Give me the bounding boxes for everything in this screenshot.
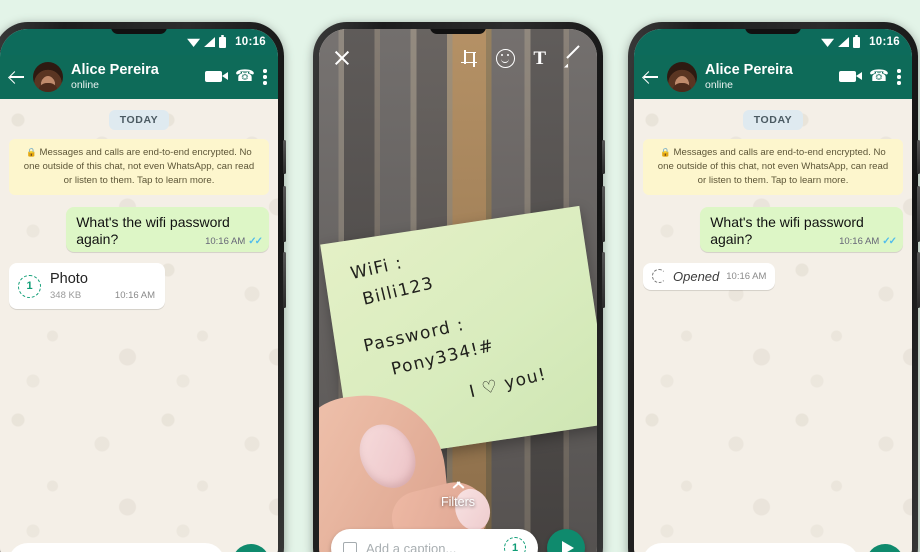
phone-volume-up-button[interactable] (602, 186, 605, 242)
gallery-icon[interactable] (343, 542, 357, 552)
message-input-box[interactable]: 📎 (642, 543, 859, 552)
note-line-5: I ♡ you! (467, 364, 549, 403)
video-call-icon[interactable] (205, 71, 228, 83)
voice-call-icon[interactable] (235, 66, 255, 86)
outgoing-message-bubble[interactable]: What's the wifi password again? 10:16 AM… (66, 206, 269, 252)
chat-app-bar: Alice Pereira online (634, 55, 912, 99)
view-once-photo-bubble[interactable]: 1 Photo 348 KB 10:16 AM (9, 262, 166, 309)
message-time: 10:16 AM (205, 235, 246, 247)
outgoing-message-bubble[interactable]: What's the wifi password again? 10:16 AM… (700, 206, 903, 252)
avatar[interactable] (33, 62, 63, 92)
view-once-badge: 1 (511, 542, 519, 552)
status-bar: 10:16 (634, 29, 912, 55)
back-arrow-icon[interactable] (643, 69, 659, 85)
message-composer: 📎 (634, 543, 912, 552)
phone-volume-down-button[interactable] (283, 252, 286, 308)
avatar[interactable] (667, 62, 697, 92)
camera-notch (111, 29, 167, 34)
filters-label: Filters (440, 495, 476, 509)
overflow-menu-icon[interactable] (263, 69, 267, 85)
photo-title: Photo (50, 270, 88, 287)
phone-left-screen: 10:16 Alice Pereira online TODAY 🔒 Messa… (0, 29, 278, 552)
view-once-icon: 1 (18, 274, 41, 298)
back-arrow-icon[interactable] (9, 69, 25, 85)
phone-center: WiFi : Billi123 Password : Pony334!# I ♡… (313, 22, 605, 552)
phone-right: 10:16 Alice Pereira online TODAY 🔒 Messa… (628, 22, 920, 552)
message-input-box[interactable]: 📎 (8, 543, 225, 552)
photo-editor-toolbar: T (319, 29, 597, 87)
signal-icon (838, 37, 850, 47)
caption-input-box[interactable]: Add a caption... 1 (331, 529, 538, 552)
voice-call-icon[interactable] (869, 66, 889, 86)
status-bar-clock: 10:16 (235, 36, 266, 48)
chat-app-bar: Alice Pereira online (0, 55, 278, 99)
view-once-opened-icon (652, 269, 666, 284)
send-button[interactable] (547, 529, 585, 552)
phone-volume-up-button[interactable] (283, 186, 286, 242)
contact-status: online (71, 79, 100, 92)
camera-notch (430, 29, 486, 34)
battery-icon (219, 34, 227, 48)
phone-center-screen: WiFi : Billi123 Password : Pony334!# I ♡… (319, 29, 597, 552)
encryption-notice[interactable]: 🔒 Messages and calls are end-to-end encr… (643, 139, 903, 195)
read-receipt-icon: ✓✓ (882, 235, 897, 247)
note-line-1: WiFi : (348, 253, 405, 284)
day-divider: TODAY (108, 110, 170, 130)
battery-icon (853, 34, 861, 48)
encryption-notice[interactable]: 🔒 Messages and calls are end-to-end encr… (9, 139, 269, 195)
text-icon[interactable]: T (533, 49, 546, 68)
contact-status: online (705, 79, 734, 92)
close-icon[interactable] (333, 49, 351, 67)
phone-left: 10:16 Alice Pereira online TODAY 🔒 Messa… (0, 22, 286, 552)
crop-rotate-icon[interactable] (461, 49, 478, 67)
lock-icon: 🔒 (660, 147, 671, 157)
camera-notch (745, 29, 801, 34)
encryption-notice-text: Messages and calls are end-to-end encryp… (23, 147, 255, 186)
photo-size: 348 KB (50, 289, 82, 301)
contact-name: Alice Pereira (705, 61, 793, 78)
phone-side-button[interactable] (602, 140, 605, 174)
phone-side-button[interactable] (283, 140, 286, 174)
send-button[interactable] (232, 544, 270, 552)
chevron-up-icon (452, 478, 465, 491)
read-receipt-icon: ✓✓ (248, 235, 263, 247)
view-once-badge: 1 (26, 280, 33, 293)
encryption-notice-text: Messages and calls are end-to-end encryp… (657, 147, 889, 186)
signal-icon (204, 37, 216, 47)
caption-bar: Add a caption... 1 (319, 529, 597, 552)
wifi-icon (821, 38, 835, 47)
contact-info[interactable]: Alice Pereira online (705, 61, 831, 92)
photo-time: 10:16 AM (114, 289, 156, 301)
send-button[interactable] (866, 544, 904, 552)
lock-icon: 🔒 (26, 147, 37, 157)
status-bar: 10:16 (0, 29, 278, 55)
day-divider: TODAY (742, 110, 804, 130)
message-time: 10:16 AM (839, 235, 880, 247)
view-once-toggle[interactable]: 1 (504, 537, 526, 552)
opened-receipt-bubble[interactable]: Opened 10:16 AM (643, 262, 776, 290)
contact-name: Alice Pereira (71, 61, 159, 78)
send-icon (561, 541, 574, 552)
chat-body: TODAY 🔒 Messages and calls are end-to-en… (0, 99, 278, 552)
caption-input[interactable]: Add a caption... (366, 541, 495, 552)
opened-label: Opened (673, 268, 720, 284)
chat-body: TODAY 🔒 Messages and calls are end-to-en… (634, 99, 912, 552)
wifi-icon (187, 38, 201, 47)
filters-control[interactable]: Filters (319, 478, 597, 511)
phone-volume-down-button[interactable] (602, 252, 605, 308)
status-bar-clock: 10:16 (869, 36, 900, 48)
overflow-menu-icon[interactable] (897, 69, 901, 85)
message-composer: 📎 (0, 543, 278, 552)
video-call-icon[interactable] (839, 71, 862, 83)
draw-icon[interactable] (564, 49, 583, 68)
phone-right-screen: 10:16 Alice Pereira online TODAY 🔒 Messa… (634, 29, 912, 552)
contact-info[interactable]: Alice Pereira online (71, 61, 197, 92)
sticker-icon[interactable] (496, 48, 516, 68)
opened-time: 10:16 AM (726, 270, 767, 282)
